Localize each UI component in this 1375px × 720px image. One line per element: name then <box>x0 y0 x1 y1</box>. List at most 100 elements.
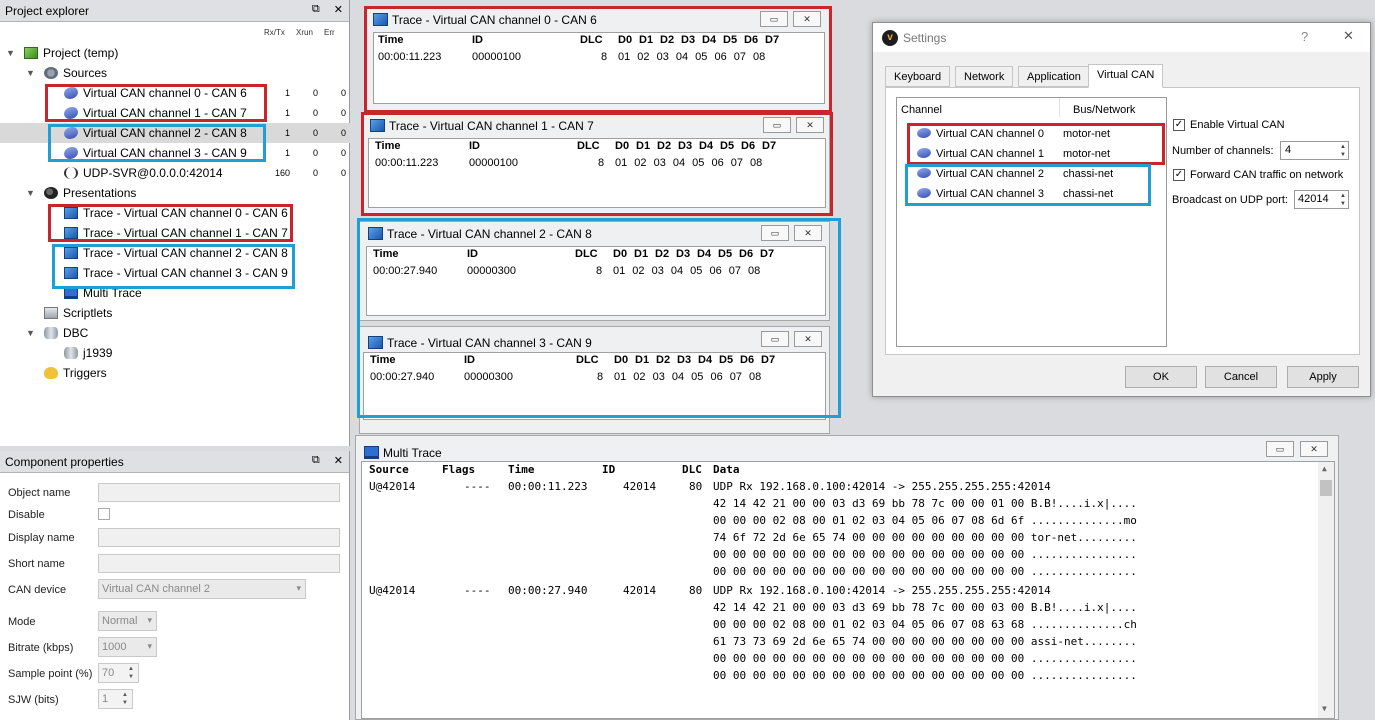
tree-trace-can9[interactable]: Trace - Virtual CAN channel 3 - CAN 9 <box>64 263 288 283</box>
close-button[interactable]: ✕ <box>794 225 822 241</box>
col-d3: D3 <box>678 140 693 152</box>
num-channels-spinner[interactable]: 4 ▲ ▼ <box>1280 141 1349 160</box>
tree-presentations[interactable]: Presentations <box>44 183 136 203</box>
restore-button[interactable]: ▭ <box>760 11 788 27</box>
tree-item-label: Multi Trace <box>83 286 142 300</box>
help-button[interactable]: ? <box>1301 29 1308 44</box>
spin-arrows-icon[interactable]: ▲ ▼ <box>125 665 137 681</box>
ok-button[interactable]: OK <box>1125 366 1197 388</box>
restore-button[interactable]: ▭ <box>761 331 789 347</box>
close-button[interactable]: ✕ <box>1300 441 1328 457</box>
tab-keyboard[interactable]: Keyboard <box>885 66 951 87</box>
restore-button[interactable]: ▭ <box>763 117 791 133</box>
trace-window-can7[interactable]: Trace - Virtual CAN channel 1 - CAN 7 ▭ … <box>361 113 830 215</box>
channel-row[interactable]: Virtual CAN channel 0 <box>915 124 1167 144</box>
expander-presentations[interactable]: ▼ <box>26 188 35 198</box>
enable-virtual-can-checkbox[interactable]: ✓ <box>1173 119 1185 131</box>
trace-table: Time ID DLC D0 D1 D2 D3 D4 D5 D6 D7 00:0… <box>373 32 825 104</box>
scroll-down-icon[interactable]: ▼ <box>1322 704 1327 713</box>
close-icon[interactable]: ✕ <box>334 454 343 467</box>
multi-trace-window[interactable]: Multi Trace ▭ ✕ Source Flags Time ID DLC… <box>355 435 1339 720</box>
channel-row[interactable]: Virtual CAN channel 3 <box>915 184 1167 204</box>
bitrate-select[interactable]: 1000 ▾ <box>98 637 157 657</box>
tree-sources[interactable]: Sources <box>44 63 107 83</box>
expander-sources[interactable]: ▼ <box>26 68 35 78</box>
trace-window-title: Trace - Virtual CAN channel 1 - CAN 7 <box>370 119 594 133</box>
trace-window-can8[interactable]: Trace - Virtual CAN channel 2 - CAN 8 ▭ … <box>359 221 830 321</box>
disable-checkbox[interactable] <box>98 508 110 520</box>
can-device-select[interactable]: Virtual CAN channel 2 ▾ <box>98 579 306 599</box>
cell-dlc: 80 <box>689 480 703 493</box>
col-id: ID <box>602 463 616 476</box>
tab-virtual-can[interactable]: Virtual CAN <box>1088 64 1164 88</box>
rx-count: 1 <box>284 148 290 158</box>
tree-source-can8[interactable]: Virtual CAN channel 2 - CAN 8 <box>61 123 247 143</box>
close-button[interactable]: ✕ <box>796 117 824 133</box>
tree-trace-can6[interactable]: Trace - Virtual CAN channel 0 - CAN 6 <box>64 203 288 223</box>
tab-application[interactable]: Application <box>1018 66 1090 87</box>
bitrate-label: Bitrate (kbps) <box>8 642 74 654</box>
scrollbar-thumb[interactable] <box>1320 480 1332 496</box>
cell-dlc: 8 <box>596 265 603 277</box>
sample-point-spinner[interactable]: 70 ▲ ▼ <box>98 663 139 683</box>
expander-project[interactable]: ▼ <box>6 48 15 58</box>
vertical-scrollbar[interactable]: ▲ ▼ <box>1318 462 1334 718</box>
mode-select[interactable]: Normal ▾ <box>98 611 157 631</box>
spin-arrows-icon[interactable]: ▲ ▼ <box>119 691 131 707</box>
tree-source-can7[interactable]: Virtual CAN channel 1 - CAN 7 <box>61 103 247 123</box>
col-flags: Flags <box>442 463 476 476</box>
col-d0: D0 <box>613 248 628 260</box>
tree-scriptlets[interactable]: Scriptlets <box>44 303 112 323</box>
apply-button[interactable]: Apply <box>1287 366 1359 388</box>
tree-trace-can8[interactable]: Trace - Virtual CAN channel 2 - CAN 8 <box>64 243 288 263</box>
channel-row[interactable]: Virtual CAN channel 2 <box>915 164 1167 184</box>
forward-can-checkbox[interactable]: ✓ <box>1173 169 1185 181</box>
cancel-button[interactable]: Cancel <box>1205 366 1277 388</box>
tree-dbc-j1939[interactable]: j1939 <box>64 343 112 363</box>
settings-dialog[interactable]: v Settings ? ✕ Keyboard Network Applicat… <box>872 22 1371 397</box>
tree-multi-trace[interactable]: Multi Trace <box>64 283 142 303</box>
database-icon <box>44 327 58 339</box>
can-device-label: CAN device <box>8 584 67 596</box>
settings-title: Settings <box>903 31 947 45</box>
close-button[interactable]: ✕ <box>793 11 821 27</box>
float-icon[interactable]: ⧉ <box>312 3 320 16</box>
spin-arrows-icon[interactable]: ▲ ▼ <box>1340 143 1346 159</box>
col-d1: D1 <box>635 354 650 366</box>
close-button[interactable]: ✕ <box>794 331 822 347</box>
tree-sources-label: Sources <box>63 66 108 80</box>
display-name-field[interactable] <box>98 528 340 547</box>
cell-flags: ---- <box>464 480 491 493</box>
restore-button[interactable]: ▭ <box>761 225 789 241</box>
float-icon[interactable]: ⧉ <box>312 454 320 467</box>
udp-port-spinner[interactable]: 42014 ▲ ▼ <box>1294 190 1349 209</box>
restore-button[interactable]: ▭ <box>1266 441 1294 457</box>
sjw-spinner[interactable]: 1 ▲ ▼ <box>98 689 133 709</box>
tab-label: Virtual CAN <box>1097 69 1155 81</box>
tree-source-can9[interactable]: Virtual CAN channel 3 - CAN 9 <box>61 143 247 163</box>
tree-source-udp[interactable]: UDP-SVR@0.0.0.0:42014 <box>64 163 223 183</box>
col-rxtx: Rx/Tx <box>264 28 285 37</box>
cell-dlc: 80 <box>689 584 703 597</box>
scroll-up-icon[interactable]: ▲ <box>1322 464 1327 473</box>
multi-trace-title-text: Multi Trace <box>383 446 442 460</box>
close-icon[interactable]: ✕ <box>334 3 343 16</box>
col-d5: D5 <box>718 248 733 260</box>
tree-source-can6[interactable]: Virtual CAN channel 0 - CAN 6 <box>61 83 247 103</box>
expander-dbc[interactable]: ▼ <box>26 328 35 338</box>
channel-row[interactable]: Virtual CAN channel 1 <box>915 144 1167 164</box>
virtual-can-tab-page: Channel Bus/Network Virtual CAN channel … <box>885 87 1360 355</box>
col-d4: D4 <box>702 34 717 46</box>
tree-dbc[interactable]: DBC <box>44 323 88 343</box>
trace-window-can6[interactable]: Trace - Virtual CAN channel 0 - CAN 6 ▭ … <box>364 7 830 112</box>
cell-id: 00000300 <box>464 371 513 383</box>
dialog-close-button[interactable]: ✕ <box>1343 28 1354 44</box>
spin-arrows-icon[interactable]: ▲ ▼ <box>1340 192 1346 208</box>
object-name-field[interactable] <box>98 483 340 502</box>
tab-network[interactable]: Network <box>955 66 1014 87</box>
tree-trace-can7[interactable]: Trace - Virtual CAN channel 1 - CAN 7 <box>64 223 288 243</box>
tree-project[interactable]: Project (temp) <box>24 43 118 63</box>
trace-window-can9[interactable]: Trace - Virtual CAN channel 3 - CAN 9 ▭ … <box>359 326 830 434</box>
tree-triggers[interactable]: Triggers <box>44 363 107 383</box>
short-name-field[interactable] <box>98 554 340 573</box>
